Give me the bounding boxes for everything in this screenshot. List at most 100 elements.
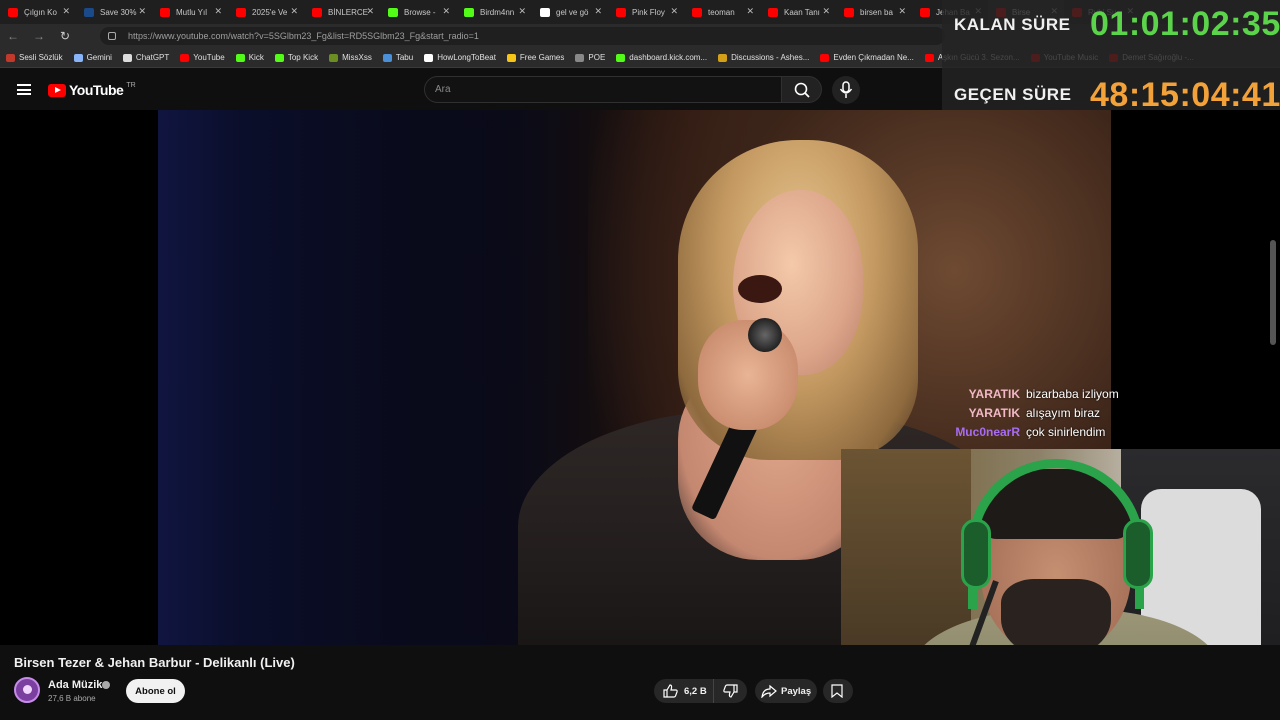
remaining-time-label: KALAN SÜRE xyxy=(954,15,1071,34)
browser-tab[interactable]: BİNLERCE ✕ xyxy=(304,0,380,24)
tab-favicon-icon xyxy=(540,7,550,17)
bookmark-label: POE xyxy=(588,53,606,62)
bookmark-favicon-icon xyxy=(506,53,516,62)
bookmark-item[interactable]: Kick xyxy=(235,53,264,62)
browser-tab[interactable]: birsen ba ✕ xyxy=(836,0,912,24)
forward-arrow-icon[interactable]: → xyxy=(26,29,52,43)
browser-tab[interactable]: Pink Floy ✕ xyxy=(608,0,684,24)
share-button[interactable]: Paylaş xyxy=(755,679,817,703)
tab-favicon-icon xyxy=(8,7,18,17)
bookmark-item[interactable]: Gemini xyxy=(73,53,112,62)
site-info-icon[interactable] xyxy=(108,32,116,40)
tab-close-icon[interactable]: ✕ xyxy=(62,6,70,17)
tab-label: Mutlu Yıl xyxy=(176,7,207,17)
bookmark-favicon-icon xyxy=(718,53,728,62)
dislike-button[interactable] xyxy=(714,684,746,698)
tab-close-icon[interactable]: ✕ xyxy=(442,6,450,17)
verified-badge-icon xyxy=(102,681,110,689)
bookmark-item[interactable]: MissXss xyxy=(329,53,372,62)
tab-close-icon[interactable]: ✕ xyxy=(518,6,526,17)
bookmark-favicon-icon xyxy=(122,53,132,62)
bookmark-label: ChatGPT xyxy=(135,53,170,62)
bookmark-item[interactable]: YouTube xyxy=(180,53,225,62)
bookmark-item[interactable]: Tabu xyxy=(382,53,413,62)
search-input[interactable]: Ara xyxy=(424,76,782,103)
bookmark-label: YouTube xyxy=(193,53,225,62)
tab-close-icon[interactable]: ✕ xyxy=(594,6,602,17)
like-count: 6,2 B xyxy=(684,685,707,697)
bookmark-label: Gemini xyxy=(86,53,112,62)
save-button[interactable] xyxy=(823,679,853,703)
browser-tab[interactable]: gel ve gö ✕ xyxy=(532,0,608,24)
bookmark-item[interactable]: HowLongToBeat xyxy=(424,53,496,62)
search-icon xyxy=(794,82,810,98)
reload-icon[interactable]: ↻ xyxy=(52,29,78,43)
chat-text: çok sinirlendim xyxy=(1026,425,1106,439)
bookmark-label: Sesli Sözlük xyxy=(19,53,63,62)
tab-label: Çılgın Ko xyxy=(24,7,57,17)
tab-close-icon[interactable]: ✕ xyxy=(214,6,222,17)
bookmark-item[interactable]: Evden Çıkmadan Ne... xyxy=(820,53,914,62)
tab-close-icon[interactable]: ✕ xyxy=(670,6,678,17)
browser-tab[interactable]: Browse - ✕ xyxy=(380,0,456,24)
tab-close-icon[interactable]: ✕ xyxy=(822,6,830,17)
youtube-logo-text: YouTube xyxy=(69,82,124,98)
bookmark-item[interactable]: Discussions - Ashes... xyxy=(718,53,809,62)
bookmark-item[interactable]: Free Games xyxy=(506,53,564,62)
browser-tab[interactable]: Save 30% ✕ xyxy=(76,0,152,24)
chat-message: Muc0nearR çok sinirlendim xyxy=(950,423,1150,442)
browser-tab[interactable]: Çılgın Ko ✕ xyxy=(0,0,76,24)
bookmark-favicon-icon xyxy=(382,53,392,62)
bookmark-item[interactable]: dashboard.kick.com... xyxy=(616,53,707,62)
tab-close-icon[interactable]: ✕ xyxy=(138,6,146,17)
tab-favicon-icon xyxy=(616,7,626,17)
browser-tab[interactable]: Mutlu Yıl ✕ xyxy=(152,0,228,24)
bookmark-item[interactable]: Sesli Sözlük xyxy=(6,53,63,62)
bookmark-label: Top Kick xyxy=(287,53,319,62)
bookmark-favicon-icon xyxy=(820,53,830,62)
like-dislike-group: 6,2 B xyxy=(654,679,747,703)
bookmark-favicon-icon xyxy=(180,53,190,62)
url-field[interactable]: https://www.youtube.com/watch?v=5SGlbm23… xyxy=(100,27,945,45)
bookmark-label: Evden Çıkmadan Ne... xyxy=(833,53,914,62)
hamburger-menu-icon[interactable] xyxy=(17,84,31,95)
tab-close-icon[interactable]: ✕ xyxy=(290,6,298,17)
page-scrollbar[interactable] xyxy=(1270,240,1276,345)
tab-favicon-icon xyxy=(312,7,322,17)
youtube-logo[interactable]: YouTube TR xyxy=(48,82,136,98)
bookmark-favicon-icon xyxy=(274,53,284,62)
elapsed-time-label: GEÇEN SÜRE xyxy=(954,85,1072,104)
thumbs-up-icon xyxy=(663,684,678,698)
bookmark-label: Kick xyxy=(248,53,264,62)
search-button[interactable] xyxy=(781,76,822,103)
like-button[interactable]: 6,2 B xyxy=(654,679,714,703)
youtube-play-icon xyxy=(48,83,66,97)
browser-tab[interactable]: Kaan Tanı ✕ xyxy=(760,0,836,24)
bookmark-label: HowLongToBeat xyxy=(437,53,496,62)
tab-label: Save 30% xyxy=(100,7,137,17)
elapsed-time-value: 48:15:04:41 xyxy=(1090,76,1280,114)
tab-label: Birdm4nn xyxy=(480,7,515,17)
browser-tab[interactable]: 2025'e Ve ✕ xyxy=(228,0,304,24)
url-text: https://www.youtube.com/watch?v=5SGlbm23… xyxy=(128,31,479,41)
bookmark-item[interactable]: ChatGPT xyxy=(122,53,170,62)
back-arrow-icon[interactable]: ← xyxy=(0,29,26,43)
channel-name[interactable]: Ada Müzik xyxy=(48,679,102,691)
share-label: Paylaş xyxy=(781,685,812,697)
browser-tab[interactable]: Birdm4nn ✕ xyxy=(456,0,532,24)
subscribe-button[interactable]: Abone ol xyxy=(126,679,185,703)
bookmark-favicon-icon xyxy=(424,53,434,62)
voice-search-button[interactable] xyxy=(832,76,860,104)
bookmark-favicon-icon xyxy=(73,53,83,62)
bookmark-label: Discussions - Ashes... xyxy=(731,53,810,62)
search-placeholder: Ara xyxy=(435,84,451,95)
bookmark-item[interactable]: Top Kick xyxy=(274,53,319,62)
tab-close-icon[interactable]: ✕ xyxy=(746,6,754,17)
tab-close-icon[interactable]: ✕ xyxy=(898,6,906,17)
bookmark-favicon-icon xyxy=(235,53,245,62)
tab-close-icon[interactable]: ✕ xyxy=(366,6,374,17)
chat-username: Muc0nearR xyxy=(955,425,1020,439)
channel-avatar[interactable] xyxy=(14,677,40,703)
browser-tab[interactable]: teoman ✕ xyxy=(684,0,760,24)
bookmark-item[interactable]: POE xyxy=(575,53,605,62)
